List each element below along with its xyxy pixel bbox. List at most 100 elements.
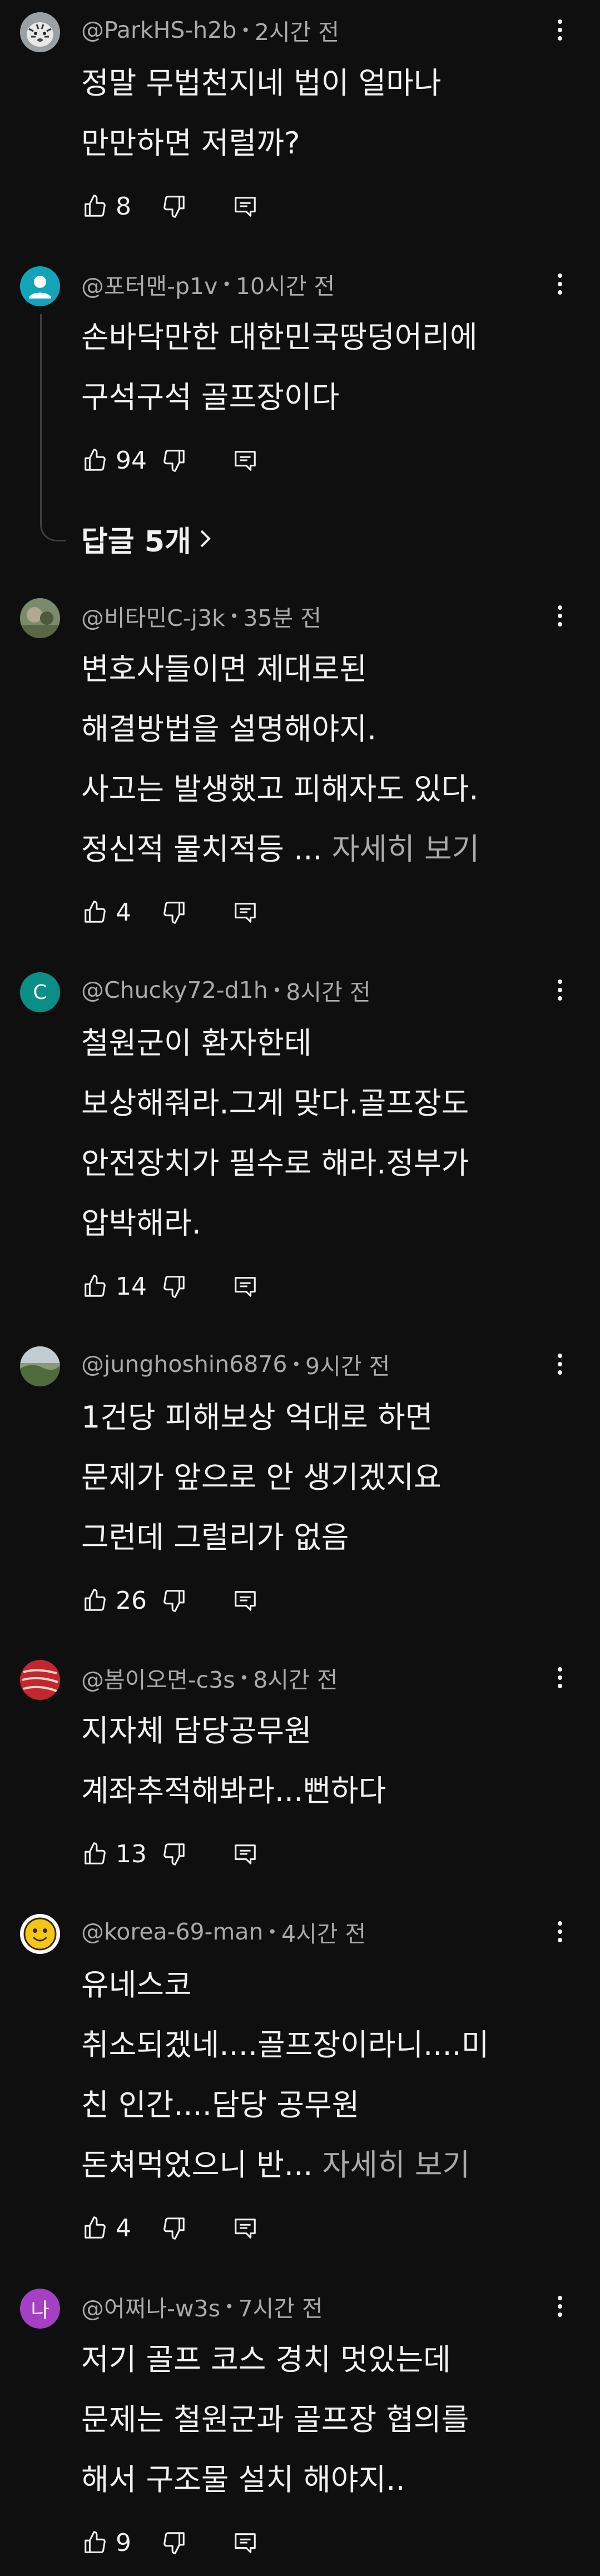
thumb-down-icon[interactable]	[160, 2529, 188, 2557]
thumb-down-icon[interactable]	[160, 1272, 188, 1300]
avatar[interactable]	[20, 1346, 60, 1386]
comment-line: 취소되겠네....골프장이라니....미	[81, 2027, 489, 2062]
comment-line: 정신적 물치적등 ... 자세히 보기	[81, 819, 548, 879]
thumb-down-icon[interactable]	[160, 192, 188, 220]
separator-dot: •	[239, 1668, 249, 1687]
more-vert-icon[interactable]	[549, 974, 571, 1006]
comment-time[interactable]: 9시간 전	[305, 1347, 390, 1381]
separator-dot: •	[291, 1355, 301, 1374]
comment-actions: 4	[81, 2211, 259, 2245]
comment-header: @korea-69-man • 4시간 전	[81, 1916, 366, 1947]
more-vert-icon[interactable]	[549, 600, 571, 631]
avatar-letter: 나	[31, 2299, 49, 2322]
thumb-down-icon[interactable]	[160, 898, 188, 926]
comment-time[interactable]: 4시간 전	[281, 1915, 366, 1948]
like-count: 8	[116, 192, 131, 221]
comment-author[interactable]: @비타민C-j3k	[81, 599, 225, 633]
separator-dot: •	[222, 275, 231, 294]
avatar[interactable]	[20, 1660, 60, 1700]
comment-author[interactable]: @junghoshin6876	[81, 1351, 287, 1377]
comment-icon[interactable]	[231, 1272, 259, 1300]
thumb-up-icon[interactable]	[81, 192, 109, 220]
comment-icon[interactable]	[231, 446, 259, 474]
comment-text: 유네스코 취소되겠네....골프장이라니....미 친 인간....담당 공무원…	[81, 1955, 548, 2195]
thumb-up-icon[interactable]	[81, 898, 109, 926]
thumb-up-icon[interactable]	[81, 1840, 109, 1868]
read-more-button[interactable]: 자세히 보기	[332, 832, 480, 867]
comment-author[interactable]: @봄이오면-c3s	[81, 1661, 235, 1694]
comment-line: 지자체 담당공무원	[81, 1713, 312, 1748]
avatar-letter: C	[33, 981, 47, 1004]
comment-time[interactable]: 35분 전	[243, 599, 321, 633]
chevron-right-icon	[199, 529, 211, 549]
comment-actions: 4	[81, 896, 259, 929]
avatar[interactable]	[20, 1914, 60, 1954]
avatar[interactable]	[20, 266, 60, 306]
photo-avatar-icon	[20, 598, 60, 638]
comment-header: @봄이오면-c3s • 8시간 전	[81, 1662, 338, 1693]
comment-text: 저기 골프 코스 경치 멋있는데 문제는 철원군과 골프장 협의를 해서 구조물…	[81, 2330, 548, 2510]
thumb-up-icon[interactable]	[81, 1272, 109, 1300]
avatar[interactable]	[20, 12, 60, 52]
comment-line: 친 인간....담당 공무원	[81, 2087, 360, 2122]
comment-actions: 9	[81, 2526, 259, 2559]
comment-time[interactable]: 10시간 전	[236, 267, 335, 301]
avatar[interactable]: 나	[20, 2289, 60, 2329]
replies-label: 답글 5개	[81, 525, 191, 559]
tiger-avatar-icon	[20, 12, 60, 52]
more-vert-icon[interactable]	[549, 1662, 571, 1693]
comment-time[interactable]: 2시간 전	[255, 13, 339, 47]
comment-time[interactable]: 8시간 전	[253, 1661, 338, 1694]
avatar[interactable]	[20, 598, 60, 638]
meat-avatar-icon	[20, 1660, 60, 1700]
thumb-down-icon[interactable]	[160, 2214, 188, 2242]
thumb-up-icon[interactable]	[81, 2214, 109, 2242]
like-count: 13	[116, 1839, 147, 1868]
comment-line: 돈쳐먹었으니 반... 자세히 보기	[81, 2135, 548, 2195]
more-vert-icon[interactable]	[549, 1916, 571, 1947]
more-vert-icon[interactable]	[549, 14, 571, 46]
comment-line: 유네스코	[81, 1967, 192, 2002]
comment-icon[interactable]	[231, 192, 259, 220]
more-vert-icon[interactable]	[549, 1349, 571, 1380]
thumb-up-icon[interactable]	[81, 2529, 109, 2557]
comment-text: 철원군이 환자한테 보상해줘라.그게 맞다.골프장도 안전장치가 필수로 해라.…	[81, 1013, 548, 1254]
comment-line: 정말 무법천지네 법이 얼마나	[81, 66, 442, 101]
comment-line: 변호사들이면 제대로된	[81, 652, 367, 687]
thumb-down-icon[interactable]	[160, 446, 188, 474]
avatar[interactable]: C	[20, 972, 60, 1012]
like-count: 4	[116, 898, 131, 927]
more-vert-icon[interactable]	[549, 268, 571, 300]
comment-line: 철원군이 환자한테	[81, 1026, 312, 1061]
like-count: 26	[116, 1586, 147, 1615]
comment-author[interactable]: @ParkHS-h2b	[81, 17, 236, 43]
like-count: 14	[116, 1272, 147, 1301]
comment-icon[interactable]	[231, 898, 259, 926]
comment-line: 해결방법을 설명해야지.	[81, 712, 377, 747]
thumb-down-icon[interactable]	[160, 1587, 188, 1614]
photo-avatar-icon	[20, 1346, 60, 1386]
comment-text: 정말 무법천지네 법이 얼마나 만만하면 저럴까?	[81, 53, 548, 173]
comment-author[interactable]: @어쩌나-w3s	[81, 2290, 220, 2323]
thumb-down-icon[interactable]	[160, 1840, 188, 1868]
comment-icon[interactable]	[231, 1587, 259, 1614]
like-count: 9	[116, 2528, 131, 2557]
comment-author[interactable]: @korea-69-man	[81, 1918, 263, 1945]
comment-time[interactable]: 7시간 전	[238, 2290, 323, 2323]
comment-author[interactable]: @포터맨-p1v	[81, 267, 217, 301]
comment-icon[interactable]	[231, 1840, 259, 1868]
comment-header: @Chucky72-d1h • 8시간 전	[81, 974, 371, 1006]
comment-icon[interactable]	[231, 2214, 259, 2242]
thumb-up-icon[interactable]	[81, 446, 109, 474]
more-vert-icon[interactable]	[549, 2291, 571, 2322]
comment-author[interactable]: @Chucky72-d1h	[81, 977, 268, 1003]
read-more-button[interactable]: 자세히 보기	[323, 2147, 470, 2182]
thumb-up-icon[interactable]	[81, 1587, 109, 1614]
comment-text: 손바닥만한 대한민국땅덩어리에 구석구석 골프장이다	[81, 307, 548, 427]
view-replies-button[interactable]: 답글 5개	[81, 516, 211, 561]
comment-time[interactable]: 8시간 전	[286, 973, 370, 1007]
comment-line: 그런데 그럴리가 없음	[81, 1520, 349, 1555]
thread-curve	[40, 515, 66, 541]
comment-icon[interactable]	[231, 2529, 259, 2557]
comment-text: 지자체 담당공무원 계좌추적해봐라...뻔하다	[81, 1701, 548, 1821]
